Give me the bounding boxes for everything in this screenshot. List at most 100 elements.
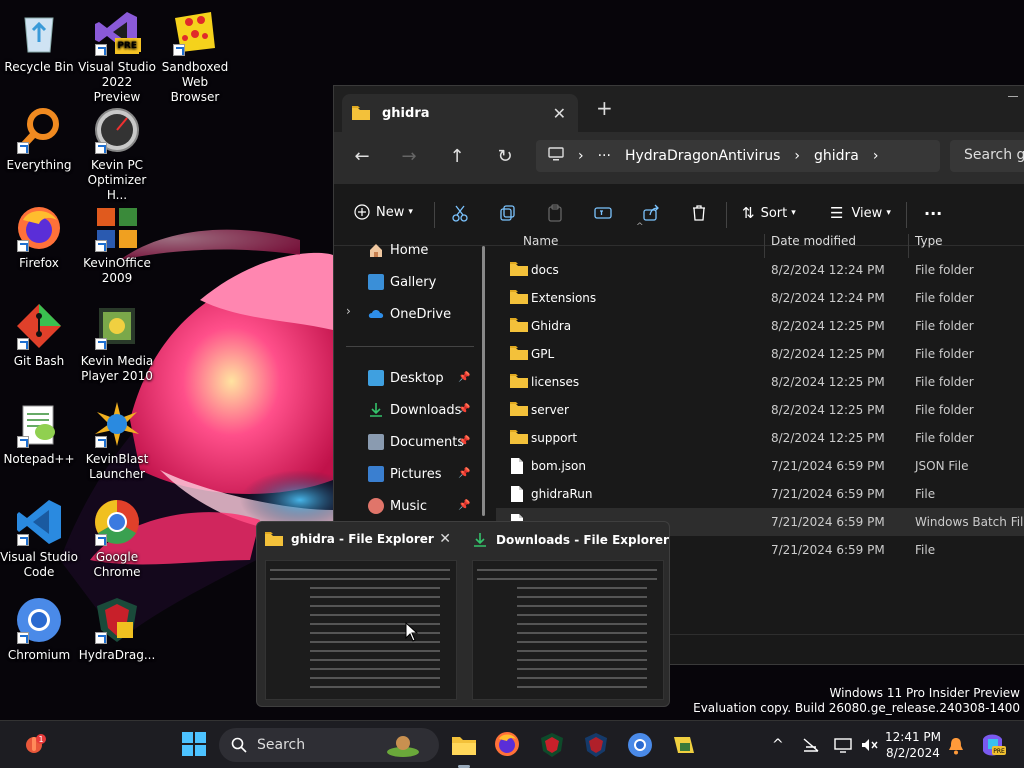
forward-arrow-icon[interactable]: → <box>397 146 421 167</box>
back-arrow-icon[interactable]: ← <box>350 146 374 167</box>
sidebar-item-downloads[interactable]: Downloads <box>368 402 461 418</box>
share-icon[interactable] <box>642 204 666 222</box>
up-arrow-icon[interactable]: ↑ <box>445 146 469 167</box>
hydradragon-taskbar-icon[interactable] <box>538 731 566 759</box>
close-tab-icon[interactable]: ✕ <box>553 104 566 123</box>
more-options-button[interactable]: ··· <box>924 204 942 223</box>
column-header-date[interactable]: Date modified <box>771 234 856 248</box>
desktop-shortcut[interactable]: PRE Visual Studio 2022 Preview <box>78 8 156 105</box>
app-taskbar-icon[interactable] <box>670 731 698 759</box>
title-bar[interactable]: ghidra ✕ + <box>334 86 1024 132</box>
new-button[interactable]: New ▾ <box>354 204 413 220</box>
file-explorer-taskbar-icon[interactable] <box>450 731 478 759</box>
cut-icon[interactable] <box>451 204 475 222</box>
desktop-shortcut[interactable]: HydraDrag... <box>78 596 156 663</box>
file-type: File <box>915 543 936 557</box>
thumbnail-line <box>517 623 647 625</box>
desktop-shortcut[interactable]: Notepad++ <box>0 400 78 467</box>
sidebar-item-pictures[interactable]: Pictures <box>368 466 441 482</box>
tab-ghidra[interactable]: ghidra ✕ <box>342 94 578 132</box>
copilot-pre-icon[interactable]: PRE <box>980 733 1006 761</box>
desktop-shortcut[interactable]: Sandboxed Web Browser <box>156 8 234 105</box>
sidebar-item-music[interactable]: Music <box>368 498 427 514</box>
file-row[interactable]: Ghidra 8/2/2024 12:25 PM File folder <box>496 312 1024 340</box>
pin-icon[interactable]: 📌 <box>458 500 470 511</box>
volume-muted-icon[interactable] <box>860 737 878 757</box>
delete-icon[interactable] <box>690 204 714 222</box>
display-icon[interactable] <box>834 737 852 757</box>
thumbnail-title: ghidra - File Explorer <box>291 532 434 546</box>
firefox-taskbar-icon[interactable] <box>494 731 522 759</box>
paste-icon[interactable] <box>546 204 570 222</box>
breadcrumb-ghidra[interactable]: ghidra <box>814 148 859 164</box>
column-divider[interactable] <box>764 234 765 258</box>
desktop-shortcut[interactable]: Git Bash <box>0 302 78 369</box>
weather-widget-icon[interactable]: 1 <box>22 731 50 759</box>
sidebar-item-desktop[interactable]: Desktop <box>368 370 444 386</box>
file-row[interactable]: Extensions 8/2/2024 12:24 PM File folder <box>496 284 1024 312</box>
search-highlight-icon <box>385 732 431 762</box>
file-row[interactable]: support 8/2/2024 12:25 PM File folder <box>496 424 1024 452</box>
file-row[interactable]: server 8/2/2024 12:25 PM File folder <box>496 396 1024 424</box>
thumbnail-ghidra[interactable]: ghidra - File Explorer ✕ <box>257 522 463 708</box>
desktop-shortcut[interactable]: Everything <box>0 106 78 173</box>
search-input[interactable]: Search gh <box>950 140 1024 172</box>
notification-bell-icon[interactable] <box>948 737 964 759</box>
sidebar-item-label: Documents <box>390 434 465 450</box>
desktop-shortcut[interactable]: Chromium <box>0 596 78 663</box>
refresh-icon[interactable]: ↻ <box>493 146 517 167</box>
start-button-icon[interactable] <box>181 731 209 759</box>
taskbar-clock[interactable]: 12:41 PM 8/2/2024 <box>885 729 941 761</box>
desktop-shortcut[interactable]: Google Chrome <box>78 498 156 580</box>
sidebar-item-gallery[interactable]: Gallery <box>368 274 436 290</box>
desktop-shortcut[interactable]: Kevin Media Player 2010 <box>78 302 156 384</box>
copy-icon[interactable] <box>499 204 523 222</box>
file-row[interactable]: licenses 8/2/2024 12:25 PM File folder <box>496 368 1024 396</box>
chevron-right-icon[interactable]: › <box>873 148 879 164</box>
desktop-shortcut[interactable]: Recycle Bin <box>0 8 78 75</box>
sidebar-item-onedrive[interactable]: OneDrive <box>368 306 451 322</box>
view-button[interactable]: ☰ View ▾ <box>830 204 891 222</box>
taskbar: 1 Search ^ 12:41 PM 8/2/2024 PRE <box>0 720 1024 768</box>
new-tab-icon[interactable]: + <box>596 96 613 120</box>
sidebar-item-documents[interactable]: Documents <box>368 434 464 450</box>
file-row[interactable]: GPL 8/2/2024 12:25 PM File folder <box>496 340 1024 368</box>
address-bar[interactable]: › ··· HydraDragonAntivirus › ghidra › <box>536 140 940 172</box>
network-icon[interactable] <box>802 737 820 757</box>
thumbnail-line <box>517 587 647 589</box>
pin-icon[interactable]: 📌 <box>458 468 470 479</box>
minimize-icon[interactable] <box>1008 96 1018 97</box>
sidebar-item-label: Home <box>390 242 429 258</box>
breadcrumb-hydradragonantivirus[interactable]: HydraDragonAntivirus <box>625 148 780 164</box>
sidebar-item-label: OneDrive <box>390 306 452 322</box>
thumbnail-line <box>310 677 440 679</box>
desktop-shortcut[interactable]: Visual Studio Code <box>0 498 78 580</box>
sort-button[interactable]: ⇅ Sort ▾ <box>742 204 796 222</box>
search-label: Search <box>257 737 306 753</box>
column-divider[interactable] <box>908 234 909 258</box>
column-header-type[interactable]: Type <box>915 234 943 248</box>
chevron-right-icon[interactable]: › <box>346 304 351 318</box>
show-hidden-icons-chevron[interactable]: ^ <box>772 737 784 753</box>
taskbar-search-box[interactable]: Search <box>219 728 439 762</box>
breadcrumb-more[interactable]: ··· <box>598 148 611 164</box>
pin-icon[interactable]: 📌 <box>458 436 470 447</box>
file-row[interactable]: docs 8/2/2024 12:24 PM File folder <box>496 256 1024 284</box>
thumbnail-downloads[interactable]: Downloads - File Explorer <box>464 522 670 708</box>
desktop-shortcut[interactable]: Kevin PC Optimizer H... <box>78 106 156 203</box>
file-row[interactable]: bom.json 7/21/2024 6:59 PM JSON File <box>496 452 1024 480</box>
desktop-shortcut-label: Sandboxed Web Browser <box>161 60 229 104</box>
pin-icon[interactable]: 📌 <box>458 372 470 383</box>
sidebar-scrollbar[interactable] <box>482 246 485 516</box>
column-header-name[interactable]: Name <box>523 234 558 248</box>
chromium-taskbar-icon[interactable] <box>626 731 654 759</box>
desktop-shortcut[interactable]: Firefox <box>0 204 78 271</box>
hydradragon-shield-taskbar-icon[interactable] <box>582 731 610 759</box>
desktop-shortcut[interactable]: KevinOffice 2009 <box>78 204 156 286</box>
sidebar-item-home[interactable]: Home <box>368 242 428 258</box>
file-row[interactable]: ghidraRun 7/21/2024 6:59 PM File <box>496 480 1024 508</box>
desktop-shortcut[interactable]: KevinBlast Launcher <box>78 400 156 482</box>
pin-icon[interactable]: 📌 <box>458 404 470 415</box>
rename-icon[interactable] <box>594 204 618 222</box>
close-icon[interactable]: ✕ <box>439 531 451 547</box>
